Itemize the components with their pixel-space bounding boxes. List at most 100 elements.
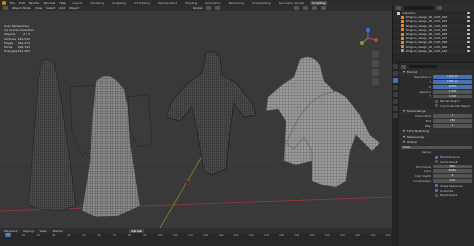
- format-check-row[interactable]: Crop to Render Region: [401, 104, 472, 108]
- tab-geometry-nodes[interactable]: Geometry Nodes: [277, 1, 306, 5]
- image-check-row[interactable]: Overwrite: [401, 188, 472, 193]
- blender-logo-icon[interactable]: [2, 0, 6, 5]
- outliner-item[interactable]: Rhigina_design_00_cloth_010: [393, 48, 474, 53]
- menu-help[interactable]: Help: [59, 1, 66, 5]
- tab-layout[interactable]: Layout: [70, 1, 84, 5]
- checkbox[interactable]: [435, 184, 438, 188]
- tab-world-icon[interactable]: [393, 99, 398, 104]
- output-path-field[interactable]: /tmp\: [401, 145, 472, 150]
- tab-view-layer-icon[interactable]: [393, 85, 398, 90]
- overlays-icon[interactable]: [294, 6, 300, 10]
- visibility-eye-icon[interactable]: [467, 28, 470, 31]
- visibility-eye-icon[interactable]: [467, 45, 470, 48]
- tab-output-icon[interactable]: [393, 78, 398, 83]
- checkbox[interactable]: [435, 99, 438, 103]
- tab-sculpting[interactable]: Sculpting: [110, 1, 128, 5]
- menu-select[interactable]: Select: [46, 6, 55, 10]
- menu-file[interactable]: File: [10, 1, 15, 5]
- output-field[interactable]: RGBA: [433, 169, 472, 174]
- xray-icon[interactable]: [303, 6, 309, 10]
- menu-marker[interactable]: Marker: [53, 229, 63, 233]
- format-field[interactable]: 100%: [433, 84, 472, 89]
- properties-search-input[interactable]: [409, 64, 437, 69]
- garment-side-panel[interactable]: [127, 94, 153, 148]
- menu-add[interactable]: Add: [59, 6, 65, 10]
- menu-edit[interactable]: Edit: [19, 1, 25, 5]
- tab-compositing[interactable]: Compositing: [250, 1, 273, 5]
- menu-view[interactable]: View: [35, 6, 42, 10]
- outliner-search-input[interactable]: [404, 6, 434, 10]
- shading-solid-icon[interactable]: [312, 6, 318, 10]
- visibility-eye-icon[interactable]: [467, 49, 470, 52]
- proportional-edit-icon[interactable]: [215, 6, 221, 10]
- visibility-eye-icon[interactable]: [467, 41, 470, 44]
- format-field[interactable]: 1.000: [433, 89, 472, 94]
- checkbox[interactable]: [435, 160, 438, 164]
- display-mode-icon[interactable]: [396, 6, 401, 10]
- tab-texture-paint[interactable]: Texture Paint: [156, 1, 179, 5]
- tab-modeling[interactable]: Modeling: [88, 1, 106, 5]
- frame-field[interactable]: 1: [433, 114, 472, 119]
- visibility-eye-icon[interactable]: [467, 12, 470, 15]
- frame-range-section-header[interactable]: Frame Range: [401, 109, 472, 114]
- tab-uv-editing[interactable]: UV Editing: [132, 1, 152, 5]
- properties-editor-icon[interactable]: [401, 64, 406, 69]
- 3d-viewport[interactable]: User Perspective (1) Scene Collection Ob…: [0, 11, 392, 228]
- current-frame-indicator[interactable]: 1: [5, 233, 11, 237]
- play-controls[interactable]: ◀ ▶ ▶▶: [128, 228, 145, 233]
- time-stretching-section-header[interactable]: Time Stretching: [401, 129, 472, 134]
- snap-icon[interactable]: [206, 6, 212, 10]
- tab-scripting[interactable]: Scripting: [310, 0, 328, 5]
- format-check-row[interactable]: Render Region: [401, 99, 472, 103]
- output-field[interactable]: PNG: [433, 164, 472, 169]
- visibility-eye-icon[interactable]: [467, 33, 470, 36]
- visibility-eye-icon[interactable]: [467, 37, 470, 40]
- timeline-ruler[interactable]: 0102030405060708090100110120130140150160…: [0, 233, 392, 246]
- visibility-eye-icon[interactable]: [467, 16, 470, 19]
- tab-render-icon[interactable]: [393, 71, 398, 76]
- tab-animation[interactable]: Animation: [203, 1, 222, 5]
- 3d-cursor-icon[interactable]: [182, 177, 192, 187]
- garment-hooded-coat[interactable]: [165, 51, 257, 176]
- tab-scene-icon[interactable]: [393, 92, 398, 97]
- checkbox[interactable]: [435, 155, 438, 159]
- visibility-eye-icon[interactable]: [467, 24, 470, 27]
- shading-material-icon[interactable]: [321, 6, 327, 10]
- menu-playback[interactable]: Playback: [4, 229, 17, 233]
- transform-orientation[interactable]: Global: [193, 6, 203, 10]
- format-field[interactable]: 1080 px: [433, 80, 472, 84]
- tab-shading[interactable]: Shading: [183, 1, 199, 5]
- menu-window[interactable]: Window: [44, 1, 56, 5]
- checkbox[interactable]: [435, 189, 438, 192]
- navigation-gizmo-icon[interactable]: [357, 27, 379, 49]
- output-field[interactable]: 15%: [433, 179, 472, 183]
- checkbox[interactable]: [435, 104, 438, 108]
- format-section-header[interactable]: Format: [401, 70, 472, 75]
- tab-collection-icon[interactable]: [393, 106, 398, 111]
- output-section-header[interactable]: Output: [401, 140, 472, 145]
- garment-dark-gown[interactable]: [27, 59, 77, 212]
- format-field[interactable]: 1920 px: [433, 75, 472, 80]
- filter-icon[interactable]: [437, 6, 442, 10]
- saving-check-row[interactable]: Cache Result: [401, 160, 472, 164]
- pan-hand-icon[interactable]: [372, 60, 379, 67]
- tab-texture-icon[interactable]: [393, 113, 398, 118]
- tab-tool-icon[interactable]: [393, 64, 398, 69]
- grid-view-icon[interactable]: [372, 78, 379, 85]
- saving-check-row[interactable]: File Extensions: [401, 155, 472, 159]
- zoom-icon[interactable]: [372, 51, 379, 58]
- checkbox[interactable]: [435, 193, 438, 197]
- menu-keying[interactable]: Keying: [23, 229, 33, 233]
- menu-view[interactable]: View: [39, 229, 46, 233]
- menu-render[interactable]: Render: [29, 1, 40, 5]
- format-field[interactable]: 1.000: [433, 94, 472, 99]
- image-check-row[interactable]: Image Sequence: [401, 184, 472, 188]
- menu-object[interactable]: Object: [69, 6, 79, 10]
- frame-field[interactable]: 1: [433, 124, 472, 128]
- editor-type-icon[interactable]: [3, 6, 8, 10]
- tab-rendering[interactable]: Rendering: [227, 1, 246, 5]
- mode-selector[interactable]: Object Mode: [12, 6, 31, 10]
- visibility-eye-icon[interactable]: [467, 20, 470, 23]
- output-field[interactable]: 8: [433, 174, 472, 179]
- image-check-row[interactable]: Placeholders: [401, 193, 472, 197]
